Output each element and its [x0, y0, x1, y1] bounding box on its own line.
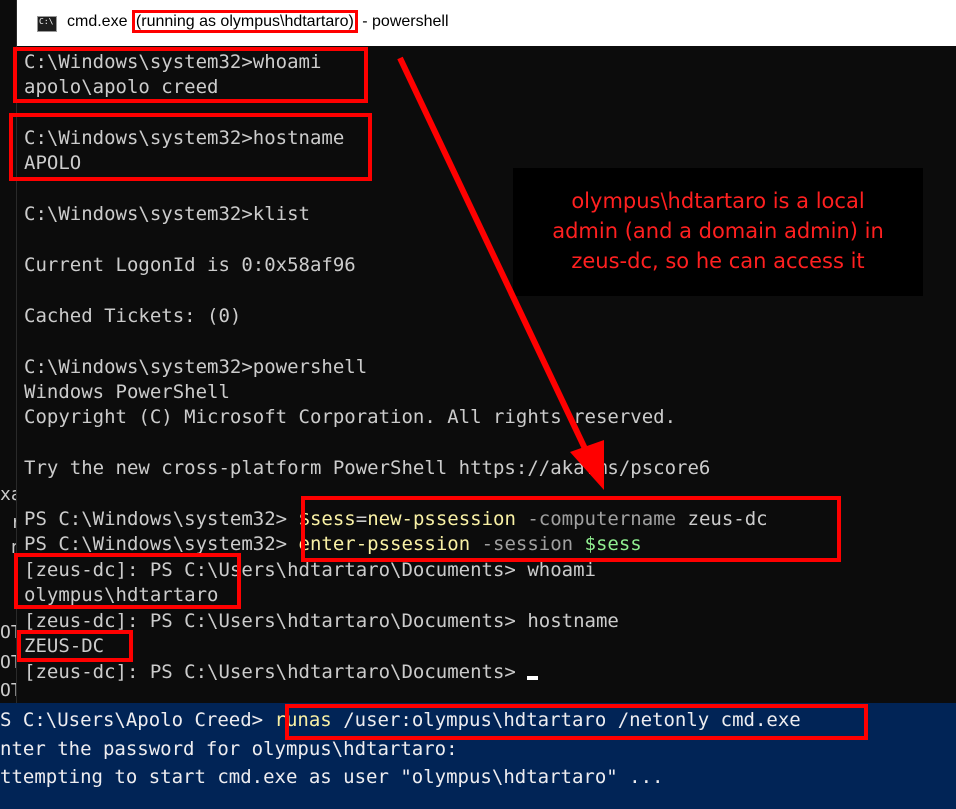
highlight-pssession-commands	[301, 496, 841, 562]
terminal-line: Windows PowerShell	[24, 381, 230, 403]
terminal-line: Current LogonId is 0:0x58af96	[24, 254, 356, 276]
text-cursor	[527, 676, 539, 680]
annotation-callout: olympus\hdtartaro is a local admin (and …	[513, 168, 923, 296]
highlight-remote-hostname	[17, 630, 133, 662]
highlight-remote-whoami	[14, 553, 241, 609]
terminal-line: C:\Windows\system32>powershell	[24, 356, 368, 378]
window-titlebar[interactable]: cmd.exe (running as olympus\hdtartaro) -…	[17, 0, 956, 46]
annotation-text: admin (and a domain admin) in	[552, 219, 884, 243]
terminal-line: Copyright (C) Microsoft Corporation. All…	[24, 406, 677, 428]
terminal-line: C:\Windows\system32>klist	[24, 203, 310, 225]
ps-attempting-line: ttempting to start cmd.exe as user "olym…	[0, 766, 664, 788]
highlight-whoami	[13, 47, 368, 103]
highlight-runas-command	[285, 704, 868, 740]
title-highlight: (running as olympus\hdtartaro)	[131, 10, 358, 33]
terminal-line: Cached Tickets: (0)	[24, 305, 242, 327]
annotation-text: olympus\hdtartaro is a local	[571, 189, 865, 213]
cmd-icon	[37, 16, 57, 32]
highlight-hostname	[9, 113, 372, 181]
remote-prompt-line[interactable]: [zeus-dc]: PS C:\Users\hdtartaro\Documen…	[24, 660, 539, 685]
window-title: cmd.exe (running as olympus\hdtartaro) -…	[67, 10, 449, 33]
ps-password-prompt: nter the password for olympus\hdtartaro:	[0, 738, 458, 760]
terminal-line: Try the new cross-platform PowerShell ht…	[24, 457, 711, 479]
annotation-text: zeus-dc, so he can access it	[571, 249, 865, 273]
